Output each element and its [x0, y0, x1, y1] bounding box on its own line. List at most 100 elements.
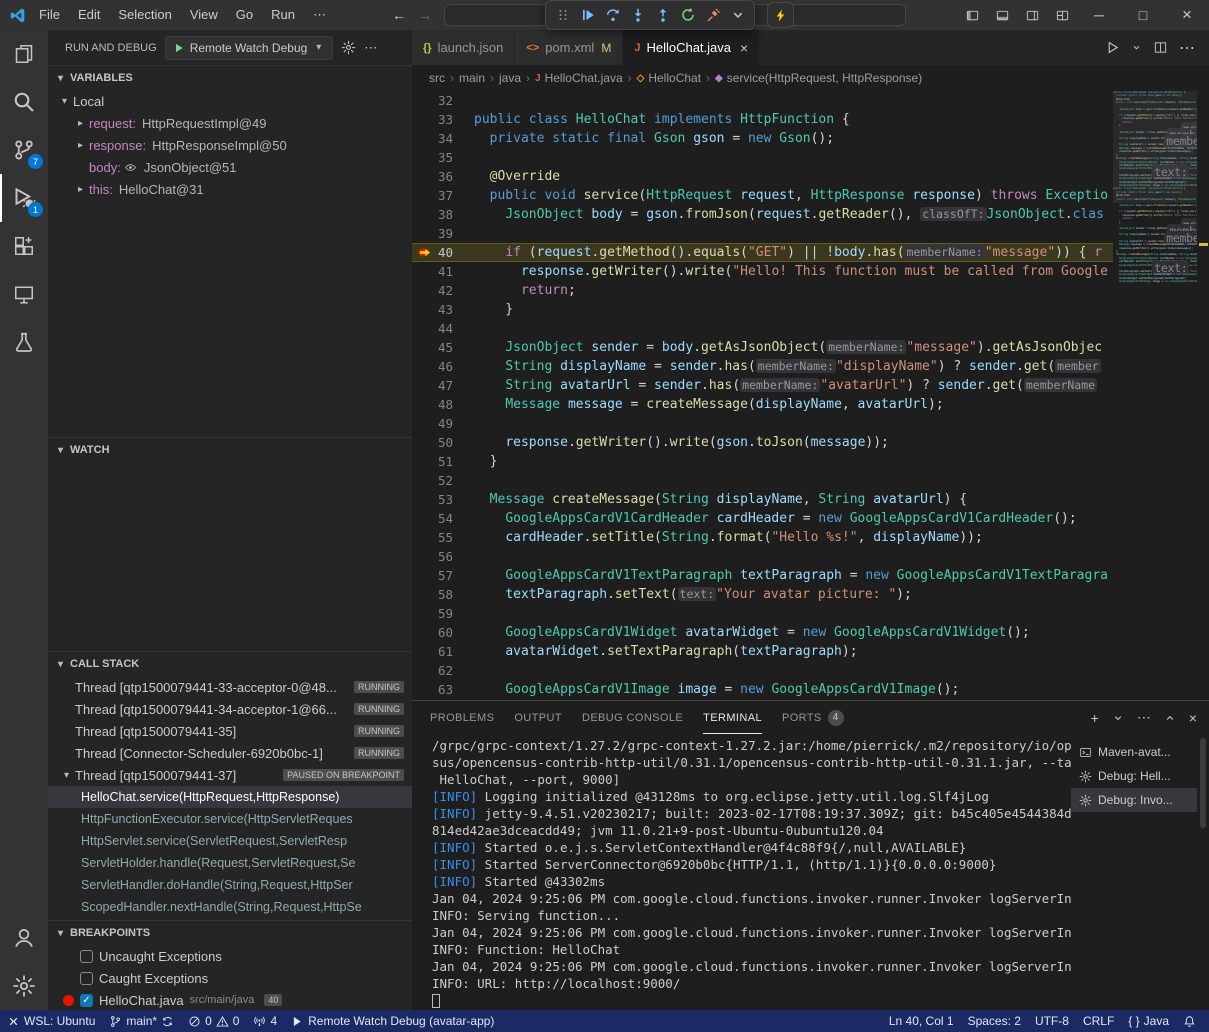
code-line[interactable]: 43 } — [412, 300, 1113, 319]
call-stack-thread[interactable]: ▾Thread [qtp1500079441-37]PAUSED ON BREA… — [48, 764, 412, 786]
activity-search[interactable] — [0, 78, 48, 126]
breakpoint-row[interactable]: Uncaught Exceptions — [48, 945, 412, 967]
code-line[interactable]: 45 JsonObject sender = body.getAsJsonObj… — [412, 338, 1113, 357]
line-number[interactable]: 32 — [412, 93, 474, 108]
panel-tab-terminal[interactable]: TERMINAL — [703, 701, 762, 734]
code-line[interactable]: 52 — [412, 471, 1113, 490]
stack-frame[interactable]: HelloChat.service(HttpRequest,HttpRespon… — [48, 786, 412, 808]
variables-scope-local[interactable]: ▾Local — [48, 90, 412, 112]
close-button[interactable]: × — [1165, 0, 1209, 30]
breakpoint-checkbox[interactable]: ✓ — [80, 994, 93, 1007]
status-cursor-position[interactable]: Ln 40, Col 1 — [882, 1010, 961, 1032]
activity-remote-explorer[interactable] — [0, 270, 48, 318]
code-line[interactable]: 63 GoogleAppsCardV1Image image = new Goo… — [412, 680, 1113, 699]
stack-frame[interactable]: HttpServlet.service(ServletRequest,Servl… — [48, 830, 412, 852]
hot-code-replace-button[interactable] — [767, 2, 794, 28]
status-git-branch[interactable]: main* — [102, 1010, 181, 1032]
code-line[interactable]: 33public class HelloChat implements Http… — [412, 110, 1113, 129]
nav-forward-icon[interactable]: → — [412, 7, 438, 23]
launch-config-select[interactable]: Remote Watch Debug ▾ — [165, 36, 334, 60]
code-line[interactable]: 62 — [412, 661, 1113, 680]
layout-sidebar-right-toggle[interactable] — [1017, 0, 1047, 30]
code-line[interactable]: 59 — [412, 604, 1113, 623]
status-remote-indicator[interactable]: WSL: Ubuntu — [0, 1010, 102, 1032]
line-number[interactable]: 39 — [412, 226, 474, 241]
code-line[interactable]: 38 JsonObject body = gson.fromJson(reque… — [412, 205, 1113, 224]
line-number[interactable]: 44 — [412, 321, 474, 336]
new-terminal[interactable]: + — [1091, 710, 1099, 726]
line-number[interactable]: 48 — [412, 397, 474, 412]
line-number[interactable]: 61 — [412, 644, 474, 659]
code-line[interactable]: 32 — [412, 91, 1113, 110]
status-eol[interactable]: CRLF — [1076, 1010, 1121, 1032]
activity-run-and-debug[interactable]: 1 — [0, 174, 48, 222]
line-number[interactable]: 33 — [412, 112, 474, 127]
menu-run[interactable]: Run — [262, 0, 304, 30]
code-line[interactable]: 40 if (request.getMethod().equals("GET")… — [412, 243, 1113, 262]
watch-pane-header[interactable]: ▾WATCH — [48, 438, 412, 462]
line-number[interactable]: 59 — [412, 606, 474, 621]
code-line[interactable]: 41 response.getWriter().write("Hello! Th… — [412, 262, 1113, 281]
run-java[interactable] — [1105, 40, 1120, 55]
activity-accounts[interactable] — [0, 914, 48, 962]
menu-go[interactable]: Go — [227, 0, 262, 30]
call-stack-thread[interactable]: ▾Thread [Connector-Scheduler-6920b0bc-1]… — [48, 742, 412, 764]
terminal-output[interactable]: /grpc/grpc-context/1.27.2/grpc-context-1… — [412, 734, 1071, 1010]
line-number[interactable]: 46 — [412, 359, 474, 374]
breakpoints-pane-header[interactable]: ▾BREAKPOINTS — [48, 921, 412, 945]
code-line[interactable]: 37 public void service(HttpRequest reque… — [412, 186, 1113, 205]
terminal-scrollbar[interactable] — [1197, 734, 1209, 1010]
line-number[interactable]: 50 — [412, 435, 474, 450]
continue-button[interactable] — [576, 3, 599, 27]
variable-row[interactable]: ▸request:HttpRequestImpl@49 — [48, 112, 412, 134]
code-line[interactable]: 47 String avatarUrl = sender.has(memberN… — [412, 376, 1113, 395]
line-number[interactable]: 56 — [412, 549, 474, 564]
nav-back-icon[interactable]: ← — [386, 7, 412, 23]
line-number[interactable]: 38 — [412, 207, 474, 222]
maximize-panel[interactable] — [1164, 712, 1176, 724]
breadcrumb-item[interactable]: ◆service(HttpRequest, HttpResponse) — [715, 71, 922, 85]
line-number[interactable]: 34 — [412, 131, 474, 146]
variable-row[interactable]: ▸body:JsonObject@51 — [48, 156, 412, 178]
code-line[interactable]: 56 — [412, 547, 1113, 566]
code-line[interactable]: 55 cardHeader.setTitle(String.format("He… — [412, 528, 1113, 547]
line-number[interactable]: 54 — [412, 511, 474, 526]
panel-tab-ports[interactable]: PORTS4 — [782, 701, 844, 734]
editor-more-actions[interactable]: ⋯ — [1179, 38, 1195, 58]
code-line[interactable]: 50 response.getWriter().write(gson.toJso… — [412, 433, 1113, 452]
code-line[interactable]: 39 — [412, 224, 1113, 243]
code-line[interactable]: 49 — [412, 414, 1113, 433]
status-debug-session[interactable]: Remote Watch Debug (avatar-app) — [284, 1010, 501, 1032]
layout-sidebar-left-toggle[interactable] — [957, 0, 987, 30]
code-line[interactable]: 36 @Override — [412, 167, 1113, 186]
line-number[interactable]: 55 — [412, 530, 474, 545]
restart-button[interactable] — [676, 3, 699, 27]
drag-grip-button[interactable] — [551, 3, 574, 27]
status-indentation[interactable]: Spaces: 2 — [961, 1010, 1028, 1032]
breadcrumb-item[interactable]: ◇HelloChat — [637, 71, 701, 85]
minimap-slider[interactable] — [1113, 91, 1197, 203]
terminal-profile-dropdown[interactable] — [1112, 712, 1124, 724]
call-stack-thread[interactable]: ▾Thread [qtp1500079441-35]RUNNING — [48, 720, 412, 742]
close-icon[interactable]: × — [740, 40, 748, 56]
status-forwarded-ports[interactable]: 4 — [246, 1010, 284, 1032]
activity-extensions[interactable] — [0, 222, 48, 270]
breadcrumb-item[interactable]: main — [459, 71, 485, 85]
activity-settings[interactable] — [0, 962, 48, 1010]
line-number[interactable]: 51 — [412, 454, 474, 469]
terminal-list-item[interactable]: Debug: Hell... — [1071, 764, 1197, 788]
step-out-button[interactable] — [651, 3, 674, 27]
layout-panel-toggle[interactable] — [987, 0, 1017, 30]
minimize-button[interactable]: ─ — [1077, 0, 1121, 30]
variables-pane-header[interactable]: ▾VARIABLES — [48, 66, 412, 90]
breakpoint-row[interactable]: ✓HelloChat.javasrc/main/java40 — [48, 989, 412, 1010]
debug-settings-gear-icon[interactable] — [341, 40, 356, 55]
line-number[interactable]: 60 — [412, 625, 474, 640]
line-number[interactable]: 41 — [412, 264, 474, 279]
code-line[interactable]: 44 — [412, 319, 1113, 338]
code-line[interactable]: 57 GoogleAppsCardV1TextParagraph textPar… — [412, 566, 1113, 585]
sidebar-more-actions[interactable]: ⋯ — [364, 40, 377, 56]
line-number[interactable]: 57 — [412, 568, 474, 583]
variable-row[interactable]: ▸response:HttpResponseImpl@50 — [48, 134, 412, 156]
code-line[interactable]: 60 GoogleAppsCardV1Widget avatarWidget =… — [412, 623, 1113, 642]
